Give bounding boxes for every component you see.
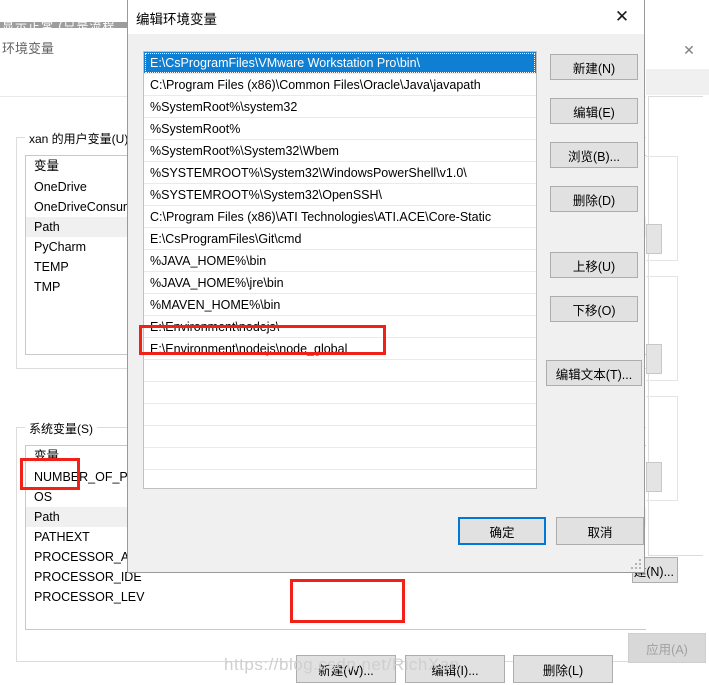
edit-environment-variable-dialog: 编辑环境变量 ✕ E:\CsProgramFiles\VMware Workst… — [127, 0, 645, 573]
path-new-button[interactable]: 新建(N) — [550, 54, 638, 80]
path-move-down-button[interactable]: 下移(O) — [550, 296, 638, 322]
modal-ok-button[interactable]: 确定 — [458, 517, 546, 545]
list-item[interactable]: %MAVEN_HOME%\bin — [144, 294, 536, 316]
list-item[interactable]: PROCESSOR_LEV — [26, 587, 666, 607]
right-background-window: ✕ 建(N)... 应用(A) — [628, 28, 709, 685]
list-item[interactable]: %SystemRoot% — [144, 118, 536, 140]
list-item[interactable]: %SYSTEMROOT%\System32\WindowsPowerShell\… — [144, 162, 536, 184]
system-delete-button[interactable]: 删除(L) — [513, 655, 613, 683]
path-browse-button[interactable]: 浏览(B)... — [550, 142, 638, 168]
list-item[interactable]: %JAVA_HOME%\jre\bin — [144, 272, 536, 294]
user-variables-legend: xan 的用户变量(U) — [25, 130, 133, 147]
system-variables-legend: 系统变量(S) — [25, 420, 97, 437]
list-item-empty[interactable] — [144, 404, 536, 426]
list-item-empty[interactable] — [144, 382, 536, 404]
path-delete-button[interactable]: 删除(D) — [550, 186, 638, 212]
list-item-empty[interactable] — [144, 448, 536, 470]
right-window-group-1-button[interactable] — [646, 224, 662, 254]
close-icon[interactable]: ✕ — [679, 42, 699, 60]
modal-cancel-button[interactable]: 取消 — [556, 517, 644, 545]
path-entry-list[interactable]: E:\CsProgramFiles\VMware Workstation Pro… — [143, 51, 537, 489]
right-window-apply-button: 应用(A) — [628, 633, 706, 663]
modal-body: E:\CsProgramFiles\VMware Workstation Pro… — [128, 34, 644, 572]
path-edit-text-button[interactable]: 编辑文本(T)... — [546, 360, 642, 386]
screen-root: 显示正常 (只是流程 环境变量 ✕ xan 的用户变量(U) 变量 OneDri… — [0, 0, 709, 685]
list-item[interactable]: %SYSTEMROOT%\System32\OpenSSH\ — [144, 184, 536, 206]
right-window-group-3-button[interactable] — [646, 462, 662, 492]
right-window-group-2-button[interactable] — [646, 344, 662, 374]
list-item[interactable]: E:\Environment\nodejs\ — [144, 316, 536, 338]
path-move-up-button[interactable]: 上移(U) — [550, 252, 638, 278]
modal-titlebar: 编辑环境变量 ✕ — [128, 0, 644, 34]
list-item[interactable]: E:\CsProgramFiles\VMware Workstation Pro… — [144, 52, 536, 74]
modal-title: 编辑环境变量 — [136, 12, 217, 27]
environment-variables-title: 环境变量 — [2, 41, 55, 56]
path-edit-button[interactable]: 编辑(E) — [550, 98, 638, 124]
list-item-empty[interactable] — [144, 360, 536, 382]
list-item[interactable]: C:\Program Files (x86)\ATI Technologies\… — [144, 206, 536, 228]
system-edit-button[interactable]: 编辑(I)... — [405, 655, 505, 683]
system-new-button[interactable]: 新建(W)... — [296, 655, 396, 683]
right-window-subheader — [646, 69, 709, 95]
list-item[interactable]: %JAVA_HOME%\bin — [144, 250, 536, 272]
list-item[interactable]: %SystemRoot%\system32 — [144, 96, 536, 118]
list-item[interactable]: E:\CsProgramFiles\Git\cmd — [144, 228, 536, 250]
list-item[interactable]: C:\Program Files (x86)\Common Files\Orac… — [144, 74, 536, 96]
right-window-titlebar — [646, 28, 709, 68]
list-item-empty[interactable] — [144, 426, 536, 448]
list-item[interactable]: %SystemRoot%\System32\Wbem — [144, 140, 536, 162]
resize-grip[interactable] — [631, 559, 641, 569]
close-icon[interactable]: ✕ — [606, 4, 638, 30]
list-item[interactable]: E:\Environment\nodejs\node_global — [144, 338, 536, 360]
